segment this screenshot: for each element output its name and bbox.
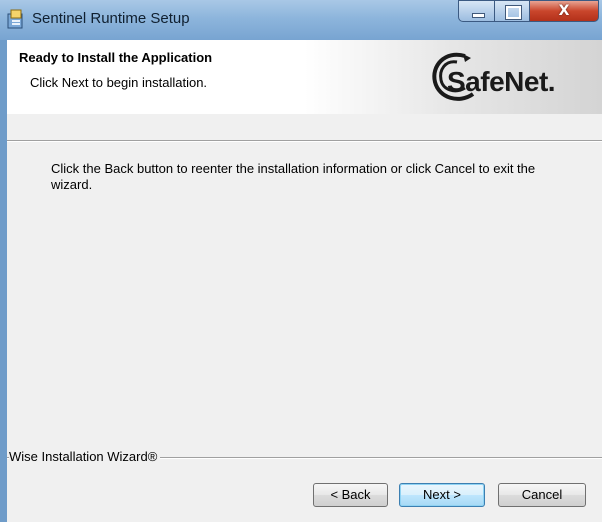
safenet-logo: SafeNet. <box>427 48 587 108</box>
minimize-icon <box>472 13 485 18</box>
next-button[interactable]: Next > <box>399 483 485 507</box>
title-bar[interactable]: Sentinel Runtime Setup X <box>0 0 602 40</box>
page-subtitle: Click Next to begin installation. <box>30 75 208 90</box>
wizard-header: Ready to Install the Application Click N… <box>7 40 602 114</box>
close-icon: X <box>558 3 570 19</box>
cancel-button[interactable]: Cancel <box>498 483 586 507</box>
header-divider-highlight <box>7 141 602 142</box>
safenet-logo-text: SafeNet. <box>447 66 556 97</box>
branding-line: Wise Installation Wizard® <box>7 449 602 465</box>
minimize-button[interactable] <box>458 0 495 22</box>
close-button[interactable]: X <box>529 0 599 22</box>
maximize-icon <box>505 5 522 20</box>
instruction-text: Click the Back button to reenter the ins… <box>51 161 536 192</box>
branding-text: Wise Installation Wizard® <box>9 449 161 464</box>
window-title: Sentinel Runtime Setup <box>32 10 190 27</box>
setup-window: Sentinel Runtime Setup X Ready to Instal… <box>0 0 602 522</box>
setup-package-icon[interactable] <box>6 8 26 30</box>
maximize-button[interactable] <box>494 0 530 22</box>
back-button[interactable]: < Back <box>313 483 388 507</box>
dialog-client-area: Ready to Install the Application Click N… <box>7 40 602 522</box>
page-title: Ready to Install the Application <box>19 50 213 65</box>
caption-buttons: X <box>458 0 602 22</box>
